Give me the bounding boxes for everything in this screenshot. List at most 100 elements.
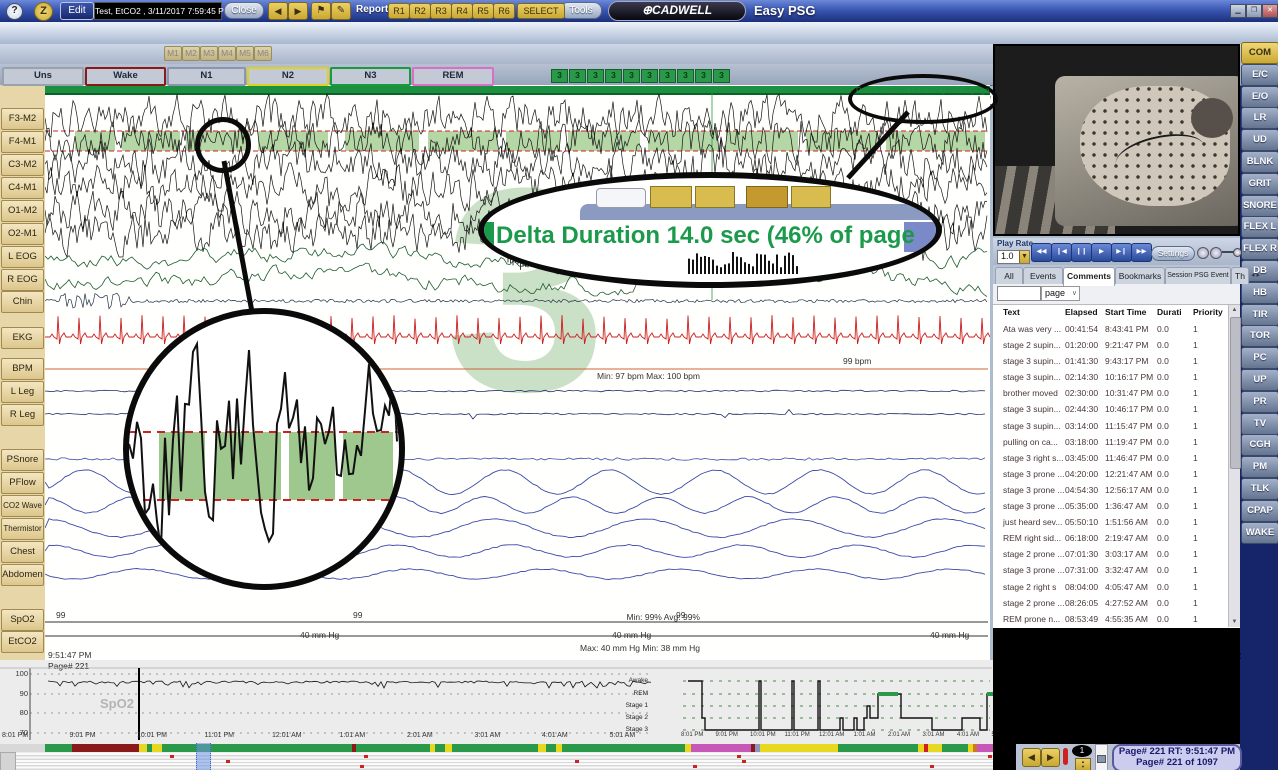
flag-event-icon[interactable]: ⚑ bbox=[311, 2, 331, 20]
montage-slot-m6[interactable]: M6 bbox=[254, 46, 272, 61]
tab-scroll-icons[interactable]: ◂ ▸ bbox=[1251, 271, 1260, 279]
history-box[interactable]: 3 bbox=[659, 69, 676, 83]
column-header-start-time[interactable]: Start Time bbox=[1105, 307, 1146, 317]
table-scrollbar[interactable]: ▲ ▼ bbox=[1228, 305, 1240, 627]
goto-unit-select[interactable]: page∨ bbox=[1041, 286, 1080, 301]
tab-comments[interactable]: Comments bbox=[1063, 267, 1115, 286]
report-button-select[interactable]: SELECT bbox=[517, 3, 565, 19]
mini-scrollbar-corner[interactable] bbox=[0, 752, 16, 770]
event-button-blnk[interactable]: BLNK bbox=[1241, 151, 1278, 173]
history-box[interactable]: 3 bbox=[569, 69, 586, 83]
tools-button[interactable]: Tools bbox=[560, 2, 602, 19]
event-button-pc[interactable]: PC bbox=[1241, 347, 1278, 369]
comment-row[interactable]: stage 2 supin...01:20:009:21:47 PM0.01 bbox=[993, 338, 1227, 354]
channel-label-psnore[interactable]: PSnore bbox=[1, 449, 44, 471]
comment-row[interactable]: brother moved02:30:0010:31:47 PM0.01 bbox=[993, 386, 1227, 402]
column-header-text[interactable]: Text bbox=[1003, 307, 1020, 317]
comment-row[interactable]: stage 3 prone ...04:20:0012:21:47 AM0.01 bbox=[993, 467, 1227, 483]
event-button-tlk[interactable]: TLK bbox=[1241, 478, 1278, 500]
event-button-wake[interactable]: WAKE bbox=[1241, 522, 1278, 544]
column-header-elapsed[interactable]: Elapsed bbox=[1065, 307, 1098, 317]
page-step-spinner[interactable]: ▲▼ bbox=[1075, 758, 1091, 770]
comment-row[interactable]: stage 2 prone ...07:01:303:03:17 AM0.01 bbox=[993, 547, 1227, 563]
channel-label-thermistor[interactable]: Thermistor bbox=[1, 518, 44, 540]
history-box[interactable]: 3 bbox=[677, 69, 694, 83]
event-button-cpap[interactable]: CPAP bbox=[1241, 500, 1278, 522]
page-back-button[interactable]: ◀ bbox=[1022, 748, 1041, 767]
channel-label-l-eog[interactable]: L EOG bbox=[1, 246, 44, 268]
playback-button-1[interactable]: ❙◀ bbox=[1051, 243, 1072, 262]
z-icon[interactable]: Z bbox=[34, 2, 53, 21]
close-button[interactable]: Close bbox=[224, 2, 264, 19]
event-button-snore[interactable]: SNORE bbox=[1241, 195, 1278, 217]
comment-row[interactable]: stage 3 prone ...07:31:003:32:47 AM0.01 bbox=[993, 563, 1227, 579]
history-box[interactable]: 3 bbox=[641, 69, 658, 83]
scrollbar-thumb[interactable] bbox=[1230, 317, 1241, 469]
history-box[interactable]: 3 bbox=[623, 69, 640, 83]
event-button-hb[interactable]: HB bbox=[1241, 282, 1278, 304]
comment-row[interactable]: REM right sid...06:18:002:19:47 AM0.01 bbox=[993, 531, 1227, 547]
event-button-cgh[interactable]: CGH bbox=[1241, 434, 1278, 456]
patient-video[interactable] bbox=[993, 44, 1240, 236]
event-button-pm[interactable]: PM bbox=[1241, 456, 1278, 478]
comment-row[interactable]: stage 2 right s08:04:004:05:47 AM0.01 bbox=[993, 580, 1227, 596]
window-close-button[interactable]: ✕ bbox=[1262, 4, 1278, 18]
channel-label-f3-m2[interactable]: F3-M2 bbox=[1, 108, 44, 130]
comment-row[interactable]: stage 3 supin...02:14:3010:16:17 PM0.01 bbox=[993, 370, 1227, 386]
event-button-up[interactable]: UP bbox=[1241, 369, 1278, 391]
stage-button-rem[interactable]: REM bbox=[412, 67, 494, 86]
stage-button-wake[interactable]: Wake bbox=[85, 67, 166, 86]
channel-label-chest[interactable]: Chest bbox=[1, 541, 44, 563]
tab-events[interactable]: Events bbox=[1023, 267, 1063, 284]
event-button-e-c[interactable]: E/C bbox=[1241, 64, 1278, 86]
channel-label-ekg[interactable]: EKG bbox=[1, 327, 44, 349]
tab-bookmarks[interactable]: Bookmarks bbox=[1115, 267, 1165, 284]
event-button-lr[interactable]: LR bbox=[1241, 107, 1278, 129]
comment-row[interactable]: stage 3 supin...01:41:309:43:17 PM0.01 bbox=[993, 354, 1227, 370]
next-page-button[interactable]: ▶ bbox=[288, 2, 308, 20]
event-button-tor[interactable]: TOR bbox=[1241, 325, 1278, 347]
comment-row[interactable]: stage 3 prone ...04:54:3012:56:17 AM0.01 bbox=[993, 483, 1227, 499]
channel-label-chin[interactable]: Chin bbox=[1, 291, 44, 313]
channel-label-spo2[interactable]: SpO2 bbox=[1, 609, 44, 631]
prev-page-button[interactable]: ◀ bbox=[268, 2, 288, 20]
channel-label-abdomen[interactable]: Abdomen bbox=[1, 564, 44, 586]
help-icon[interactable]: ? bbox=[6, 3, 23, 20]
playback-button-0[interactable]: ◀◀ bbox=[1031, 243, 1052, 262]
channel-label-c3-m2[interactable]: C3-M2 bbox=[1, 154, 44, 176]
comment-row[interactable]: REM prone n...08:53:494:55:35 AM0.01 bbox=[993, 612, 1227, 628]
channel-label-o2-m1[interactable]: O2-M1 bbox=[1, 223, 44, 245]
scroll-up-icon[interactable]: ▲ bbox=[1229, 305, 1240, 315]
column-header-priority[interactable]: Priority bbox=[1193, 307, 1223, 317]
minimize-button[interactable]: ▁ bbox=[1230, 4, 1246, 18]
event-button-flex-l[interactable]: FLEX L bbox=[1241, 216, 1278, 238]
report-button-r4[interactable]: R4 bbox=[451, 3, 473, 19]
event-button-com[interactable]: COM bbox=[1241, 42, 1278, 64]
event-button-tv[interactable]: TV bbox=[1241, 413, 1278, 435]
history-box[interactable]: 3 bbox=[695, 69, 712, 83]
zoom-slider[interactable] bbox=[1095, 744, 1108, 770]
comment-row[interactable]: just heard sev...05:50:101:51:56 AM0.01 bbox=[993, 515, 1227, 531]
report-button-r3[interactable]: R3 bbox=[430, 3, 452, 19]
montage-slot-m4[interactable]: M4 bbox=[218, 46, 236, 61]
history-box[interactable]: 3 bbox=[587, 69, 604, 83]
goto-page-input[interactable] bbox=[997, 286, 1041, 301]
tab-session-psg-event[interactable]: Session PSG Event bbox=[1165, 267, 1231, 284]
history-box[interactable]: 3 bbox=[551, 69, 568, 83]
channel-label-r-leg[interactable]: R Leg bbox=[1, 404, 44, 426]
channel-label-l-leg[interactable]: L Leg bbox=[1, 381, 44, 403]
scroll-down-icon[interactable]: ▼ bbox=[1229, 617, 1240, 627]
settings-round-button[interactable] bbox=[1197, 247, 1209, 259]
montage-slot-m2[interactable]: M2 bbox=[182, 46, 200, 61]
channel-label-bpm[interactable]: BPM bbox=[1, 358, 44, 380]
event-button-pr[interactable]: PR bbox=[1241, 391, 1278, 413]
report-button-r5[interactable]: R5 bbox=[472, 3, 494, 19]
stage-button-uns[interactable]: Uns bbox=[2, 67, 84, 86]
play-rate-select[interactable]: 1.0▼ bbox=[997, 250, 1030, 264]
report-button-r2[interactable]: R2 bbox=[409, 3, 431, 19]
history-box[interactable]: 3 bbox=[713, 69, 730, 83]
history-box[interactable]: 3 bbox=[605, 69, 622, 83]
stage-button-n1[interactable]: N1 bbox=[167, 67, 246, 86]
comment-row[interactable]: pulling on ca...03:18:0011:19:47 PM0.01 bbox=[993, 435, 1227, 451]
event-button-tir[interactable]: TIR bbox=[1241, 304, 1278, 326]
